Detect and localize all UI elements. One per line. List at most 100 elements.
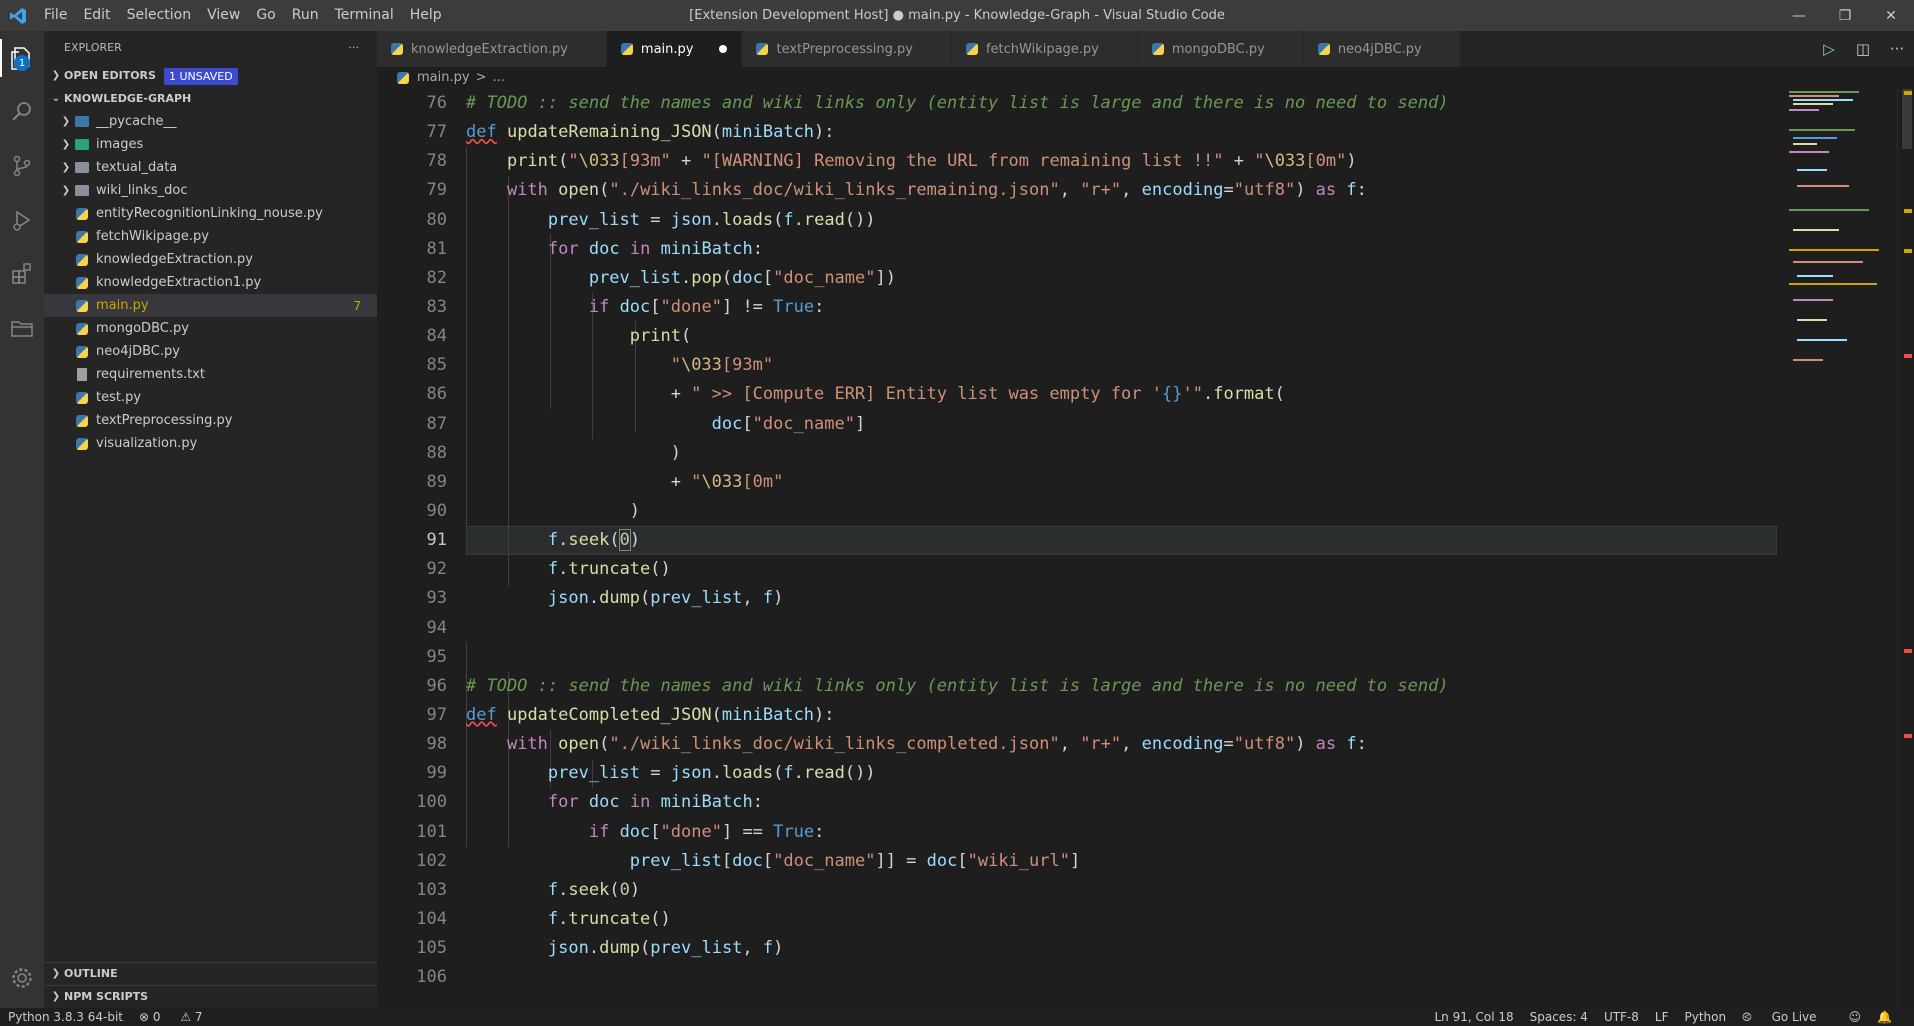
file-item-test[interactable]: test.py xyxy=(44,386,377,409)
line-number: 77 xyxy=(426,122,447,143)
tab-label: main.py xyxy=(640,41,694,57)
folder-item-textual-data[interactable]: ❯ textual_data xyxy=(44,156,377,179)
restore-icon[interactable]: ❐ xyxy=(1822,0,1868,31)
code-line[interactable]: def updateCompleted_JSON(miniBatch): xyxy=(466,701,1449,730)
code-line[interactable]: "\033[93m" xyxy=(466,351,1449,380)
file-item-neo4jdbc[interactable]: neo4jDBC.py xyxy=(44,340,377,363)
source-control-icon[interactable] xyxy=(0,139,44,193)
scrollbar-thumb[interactable] xyxy=(1902,89,1912,149)
code-line[interactable] xyxy=(466,643,1449,672)
settings-gear-icon[interactable] xyxy=(0,951,44,1005)
code-line[interactable]: for doc in miniBatch: xyxy=(466,235,1449,264)
code-line[interactable]: print( xyxy=(466,322,1449,351)
problems-indicator[interactable]: ⊗ 0 ⚠ 7 xyxy=(139,1010,219,1024)
file-item-fetchwikipage[interactable]: fetchWikipage.py xyxy=(44,225,377,248)
folder-item-wiki-links-doc[interactable]: ❯ wiki_links_doc xyxy=(44,179,377,202)
close-icon[interactable]: ✕ xyxy=(1868,0,1914,31)
tab-neo4jdbc[interactable]: neo4jDBC.py xyxy=(1303,31,1461,67)
code-lines[interactable]: # TODO :: send the names and wiki links … xyxy=(466,89,1449,992)
code-line[interactable]: def updateRemaining_JSON(miniBatch): xyxy=(466,118,1449,147)
code-line[interactable]: json.dump(prev_list, f) xyxy=(466,584,1449,613)
code-line[interactable]: prev_list.pop(doc["doc_name"]) xyxy=(466,264,1449,293)
split-editor-icon[interactable]: ◫ xyxy=(1846,40,1880,58)
code-line[interactable]: for doc in miniBatch: xyxy=(466,788,1449,817)
code-line[interactable]: ) xyxy=(466,497,1449,526)
code-line[interactable]: # TODO :: send the names and wiki links … xyxy=(466,89,1449,118)
end-of-line[interactable]: LF xyxy=(1655,1010,1669,1024)
code-editor[interactable]: 76 77 78 79 80 81 82 83 84 85 86 87 88 8… xyxy=(377,89,1779,1008)
run-debug-icon[interactable] xyxy=(0,193,44,247)
menu-view[interactable]: View xyxy=(199,0,248,31)
breadcrumb-file[interactable]: main.py xyxy=(417,67,470,89)
code-line[interactable]: doc["doc_name"] xyxy=(466,410,1449,439)
breadcrumb-symbol[interactable]: ... xyxy=(492,67,504,89)
go-live-button[interactable]: ⧀ Go Live xyxy=(1742,1010,1832,1025)
cursor-position[interactable]: Ln 91, Col 18 xyxy=(1434,1010,1513,1024)
vertical-scrollbar[interactable] xyxy=(1897,89,1914,1008)
tab-mongodbc[interactable]: mongoDBC.py xyxy=(1137,31,1304,67)
more-actions-icon[interactable]: ··· xyxy=(349,31,360,65)
code-line[interactable]: prev_list = json.loads(f.read()) xyxy=(466,759,1449,788)
title-bar: File Edit Selection View Go Run Terminal… xyxy=(0,0,1914,31)
run-file-icon[interactable]: ▷ xyxy=(1812,40,1846,58)
code-line[interactable]: ) xyxy=(466,439,1449,468)
code-line-current[interactable]: f.seek(0) xyxy=(466,526,1449,555)
notifications-bell-icon[interactable]: 🔔 xyxy=(1877,1010,1892,1024)
file-item-entityrecognition[interactable]: entityRecognitionLinking_nouse.py xyxy=(44,202,377,225)
npm-scripts-section[interactable]: ❯ NPM SCRIPTS xyxy=(44,985,377,1008)
menu-selection[interactable]: Selection xyxy=(119,0,200,31)
file-item-main[interactable]: main.py 7 xyxy=(44,294,377,317)
code-line[interactable]: with open("./wiki_links_doc/wiki_links_r… xyxy=(466,176,1449,205)
explorer-icon[interactable]: 1 xyxy=(0,31,44,85)
outline-section[interactable]: ❯ OUTLINE xyxy=(44,962,377,985)
extensions-icon[interactable] xyxy=(0,247,44,301)
code-line[interactable]: f.truncate() xyxy=(466,555,1449,584)
code-line[interactable]: prev_list[doc["doc_name"]] = doc["wiki_u… xyxy=(466,847,1449,876)
menu-terminal[interactable]: Terminal xyxy=(327,0,402,31)
file-item-textpreprocessing[interactable]: textPreprocessing.py xyxy=(44,409,377,432)
folder-view-icon[interactable] xyxy=(0,301,44,355)
menu-help[interactable]: Help xyxy=(402,0,450,31)
tab-fetchwikipage[interactable]: fetchWikipage.py xyxy=(951,31,1138,67)
code-line[interactable]: with open("./wiki_links_doc/wiki_links_c… xyxy=(466,730,1449,759)
code-line[interactable]: if doc["done"] == True: xyxy=(466,818,1449,847)
language-mode[interactable]: Python xyxy=(1685,1010,1727,1024)
search-icon[interactable] xyxy=(0,85,44,139)
code-line[interactable] xyxy=(466,963,1449,992)
file-item-visualization[interactable]: visualization.py xyxy=(44,432,377,455)
file-item-mongodbc[interactable]: mongoDBC.py xyxy=(44,317,377,340)
folder-item-pycache[interactable]: ❯ __pycache__ xyxy=(44,110,377,133)
menu-edit[interactable]: Edit xyxy=(75,0,118,31)
file-item-knowledgeextraction1[interactable]: knowledgeExtraction1.py xyxy=(44,271,377,294)
menu-file[interactable]: File xyxy=(36,0,75,31)
project-section[interactable]: ⌄ KNOWLEDGE-GRAPH xyxy=(44,88,377,110)
code-line[interactable]: + " >> [Compute ERR] Entity list was emp… xyxy=(466,380,1449,409)
code-line[interactable]: f.seek(0) xyxy=(466,876,1449,905)
code-line[interactable]: + "\033[0m" xyxy=(466,468,1449,497)
code-line[interactable]: print("\033[93m" + "[WARNING] Removing t… xyxy=(466,147,1449,176)
file-item-knowledgeextraction[interactable]: knowledgeExtraction.py xyxy=(44,248,377,271)
menu-run[interactable]: Run xyxy=(284,0,327,31)
feedback-icon[interactable]: ☺ xyxy=(1849,1010,1862,1024)
code-line[interactable] xyxy=(466,614,1449,643)
file-item-requirements[interactable]: requirements.txt xyxy=(44,363,377,386)
open-editors-section[interactable]: ❯ OPEN EDITORS 1 UNSAVED xyxy=(44,65,377,87)
tab-knowledgeextraction[interactable]: knowledgeExtraction.py xyxy=(377,31,607,67)
code-line[interactable]: prev_list = json.loads(f.read()) xyxy=(466,206,1449,235)
menu-go[interactable]: Go xyxy=(248,0,283,31)
code-line[interactable]: json.dump(prev_list, f) xyxy=(466,934,1449,963)
minimize-icon[interactable]: — xyxy=(1776,0,1822,31)
code-line[interactable]: if doc["done"] != True: xyxy=(466,293,1449,322)
unsaved-dot-icon[interactable] xyxy=(719,45,728,53)
minimap[interactable] xyxy=(1779,89,1897,1008)
encoding[interactable]: UTF-8 xyxy=(1604,1010,1639,1024)
python-interpreter[interactable]: Python 3.8.3 64-bit xyxy=(8,1010,123,1024)
minimap-line xyxy=(1793,299,1833,301)
more-actions-icon[interactable]: ··· xyxy=(1880,40,1914,58)
indentation[interactable]: Spaces: 4 xyxy=(1530,1010,1588,1024)
tab-main[interactable]: main.py xyxy=(606,31,743,67)
code-line[interactable]: # TODO :: send the names and wiki links … xyxy=(466,672,1449,701)
code-line[interactable]: f.truncate() xyxy=(466,905,1449,934)
tab-textpreprocessing[interactable]: textPreprocessing.py xyxy=(742,31,952,67)
folder-item-images[interactable]: ❯ images xyxy=(44,133,377,156)
